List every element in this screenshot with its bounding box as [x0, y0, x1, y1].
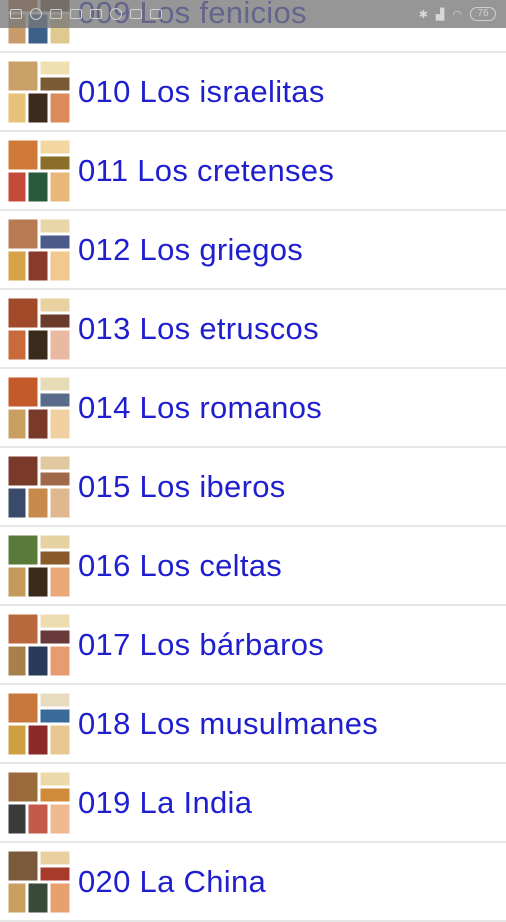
cover-thumbnail-icon	[8, 692, 70, 755]
list-item-label: 016 Los celtas	[78, 548, 283, 583]
list-item[interactable]: 013 Los etruscos	[0, 290, 506, 369]
list-item-label: 018 Los musulmanes	[78, 706, 379, 741]
status-bar: ✱ ▟ ◠ 76	[0, 0, 506, 28]
youtube-icon	[70, 9, 82, 19]
list-item-label: 012 Los griegos	[78, 232, 304, 267]
notification-icon	[10, 9, 22, 19]
list-item[interactable]: 020 La China	[0, 843, 506, 922]
instagram-icon	[30, 8, 42, 20]
cover-thumbnail-icon	[8, 534, 70, 597]
list-item[interactable]: 018 Los musulmanes	[0, 685, 506, 764]
battery-icon: 76	[470, 7, 496, 21]
notification-icons	[10, 8, 162, 20]
bluetooth-icon: ✱	[418, 8, 428, 21]
list-item[interactable]: 011 Los cretenses	[0, 132, 506, 211]
wifi-icon: ◠	[452, 8, 462, 21]
cover-thumbnail-icon	[8, 613, 70, 676]
list-item-label: 015 Los iberos	[78, 469, 286, 504]
list-item[interactable]: 016 Los celtas	[0, 527, 506, 606]
cover-thumbnail-icon	[8, 297, 70, 360]
cover-thumbnail-icon	[8, 139, 70, 202]
instagram-icon	[110, 8, 122, 20]
cover-thumbnail-icon	[8, 60, 70, 123]
gallery-icon	[50, 9, 62, 19]
list-item[interactable]: 012 Los griegos	[0, 211, 506, 290]
cover-thumbnail-icon	[8, 218, 70, 281]
list-item-label: 011 Los cretenses	[78, 153, 335, 188]
mail-icon	[150, 9, 162, 19]
cover-thumbnail-icon	[8, 376, 70, 439]
list-item-label: 019 La India	[78, 785, 253, 820]
cover-thumbnail-icon	[8, 455, 70, 518]
system-icons: ✱ ▟ ◠ 76	[419, 7, 496, 21]
youtube-icon	[90, 9, 102, 19]
cover-thumbnail-icon	[8, 771, 70, 834]
mail-icon	[130, 9, 142, 19]
list-item-label: 020 La China	[78, 864, 267, 899]
list-item[interactable]: 014 Los romanos	[0, 369, 506, 448]
list-item-label: 017 Los bárbaros	[78, 627, 325, 662]
list-item-label: 014 Los romanos	[78, 390, 323, 425]
list-item-label: 010 Los israelitas	[78, 74, 325, 109]
cover-thumbnail-icon	[8, 850, 70, 913]
signal-icon: ▟	[435, 8, 445, 21]
list-item[interactable]: 019 La India	[0, 764, 506, 843]
list-item[interactable]: 015 Los iberos	[0, 448, 506, 527]
list-item-label: 013 Los etruscos	[78, 311, 319, 346]
list-item[interactable]: 017 Los bárbaros	[0, 606, 506, 685]
list-item[interactable]: 010 Los israelitas	[0, 53, 506, 132]
title-list: 009 Los fenicios010 Los israelitas011 Lo…	[0, 0, 506, 922]
